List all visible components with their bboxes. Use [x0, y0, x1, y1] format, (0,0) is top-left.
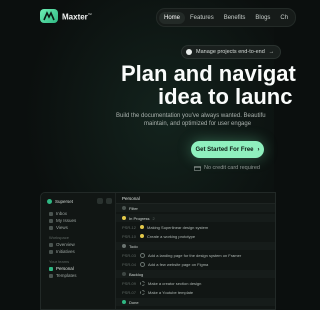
row-text: Done — [129, 299, 139, 305]
status-icon — [140, 234, 145, 238]
search-icon[interactable] — [97, 198, 103, 204]
templates-icon — [49, 273, 53, 278]
issue-title: Making Superlinear design system — [147, 224, 209, 230]
issue-id: PSR-10 — [122, 233, 137, 239]
top-navbar: Maxter™ Home Features Benefits Blogs Ch — [0, 0, 297, 34]
views-icon — [49, 225, 53, 230]
nav-blogs[interactable]: Blogs — [250, 12, 275, 24]
status-icon — [140, 261, 146, 267]
sidebar-item-label: Views — [56, 225, 68, 230]
sidebar-item-label: Inbox — [56, 211, 68, 216]
table-row[interactable]: PSR-12 Making Superlinear design system — [116, 223, 275, 231]
status-icon — [140, 225, 145, 229]
sidebar-item-my-issues[interactable]: My Issues — [49, 218, 76, 223]
arrow-right-icon: → — [268, 49, 275, 55]
issue-id: PSR-12 — [122, 224, 137, 230]
row-text: Todo — [129, 243, 138, 249]
group-todo[interactable]: Todo — [116, 242, 275, 250]
row-text: Filter — [129, 205, 138, 211]
issues-icon — [49, 218, 53, 223]
issue-id: PSR-04 — [122, 261, 137, 267]
sidebar-item-label: Personal — [56, 266, 74, 271]
sidebar-item-views[interactable]: Views — [49, 225, 68, 230]
sidebar-item-inbox[interactable]: Inbox — [49, 211, 67, 216]
workspace-name: Superset — [55, 199, 74, 204]
sidebar-item-label: Initiatives — [56, 249, 75, 254]
nav-home[interactable]: Home — [159, 11, 186, 24]
note-text: No credit card required — [204, 165, 260, 171]
group-count: 2 — [152, 215, 155, 221]
filter-row[interactable]: Filter — [116, 204, 275, 212]
cta-label: Get Started For Free — [195, 146, 254, 153]
sidebar-item-initiatives[interactable]: Initiatives — [49, 249, 75, 254]
issue-title: Create a working prototype — [147, 233, 196, 239]
section-teams-label: Your teams — [49, 259, 70, 264]
table-row[interactable]: PSR-04 Add a few website page on Figma — [116, 260, 275, 268]
sidebar-item-label: Overview — [56, 242, 75, 247]
backlog-icon — [122, 272, 126, 276]
row-text: In Progress — [129, 215, 150, 221]
todo-icon — [122, 244, 126, 248]
inbox-icon — [49, 211, 53, 216]
issue-title: Make a Youtube template — [148, 289, 194, 295]
issue-id: PSR-03 — [122, 252, 137, 258]
brand-name[interactable]: Maxter™ — [62, 12, 92, 22]
table-row[interactable]: PSR-03 Add a landing page for the design … — [116, 251, 275, 259]
nav-benefits[interactable]: Benefits — [219, 12, 251, 24]
brand-logo-icon[interactable] — [40, 9, 58, 23]
credit-card-icon — [194, 165, 201, 171]
section-workspace-label: Workspace — [49, 235, 69, 240]
app-preview-panel: Superset Inbox My Issues Views Workspace… — [40, 192, 276, 310]
get-started-button[interactable]: Get Started For Free › — [191, 141, 264, 158]
issue-title: Add a landing page for the design system… — [148, 252, 242, 258]
status-icon — [140, 289, 146, 295]
issue-id: PSR-09 — [122, 280, 137, 286]
hero-title-line2: idea to launc — [158, 84, 293, 109]
sidebar-item-label: Templates — [56, 273, 77, 278]
status-icon — [140, 252, 146, 258]
hero-subtitle-line1: Build the documentation you've always wa… — [116, 113, 266, 119]
status-icon — [140, 280, 146, 286]
overview-icon — [49, 242, 53, 247]
issue-id: PSR-07 — [122, 289, 137, 295]
sidebar-item-personal[interactable]: Personal — [49, 266, 74, 271]
sidebar-item-label: My Issues — [56, 218, 77, 223]
badge-text: Manage projects end-to-end — [196, 49, 265, 55]
sidebar-item-overview[interactable]: Overview — [49, 242, 75, 247]
table-row[interactable]: PSR-09 Make a creator section design — [116, 279, 275, 287]
chevron-right-icon: › — [257, 146, 260, 153]
no-credit-card-note: No credit card required — [194, 165, 260, 171]
nav-changelog[interactable]: Ch — [275, 12, 293, 24]
sidebar-actions — [97, 198, 112, 204]
hero-subtitle-line2: maintain, and optimized for user engage — [144, 121, 252, 127]
group-backlog[interactable]: Backlog — [116, 270, 275, 278]
issue-title: Add a few website page on Figma — [148, 261, 209, 267]
app-sidebar: Superset Inbox My Issues Views Workspace… — [41, 193, 116, 309]
table-row[interactable]: PSR-10 Create a working prototype — [116, 232, 275, 240]
filter-icon — [122, 206, 126, 210]
badge-icon — [186, 49, 192, 55]
nav-links: Home Features Benefits Blogs Ch — [156, 8, 297, 27]
issue-list: Personal Filter In Progress 2 PSR-12 Makin… — [116, 193, 275, 309]
in-progress-icon — [122, 216, 126, 220]
announcement-badge[interactable]: Manage projects end-to-end → — [181, 45, 282, 59]
sidebar-item-templates[interactable]: Templates — [49, 273, 77, 278]
issue-title: Make a creator section design — [148, 280, 202, 286]
issue-list-header: Personal — [116, 193, 275, 204]
initiatives-icon — [49, 249, 53, 254]
nav-features[interactable]: Features — [185, 12, 219, 24]
workspace-switcher[interactable]: Superset — [47, 199, 73, 204]
hero-title-line1: Plan and navigat — [121, 61, 296, 86]
compose-icon[interactable] — [106, 198, 112, 204]
group-in-progress[interactable]: In Progress 2 — [116, 214, 275, 222]
team-icon — [49, 266, 53, 271]
group-done[interactable]: Done — [116, 298, 275, 306]
row-text: Backlog — [129, 271, 144, 277]
tab-title[interactable]: Personal — [122, 196, 140, 201]
done-icon — [122, 300, 126, 304]
table-row[interactable]: PSR-07 Make a Youtube template — [116, 288, 275, 296]
workspace-avatar — [47, 199, 52, 204]
